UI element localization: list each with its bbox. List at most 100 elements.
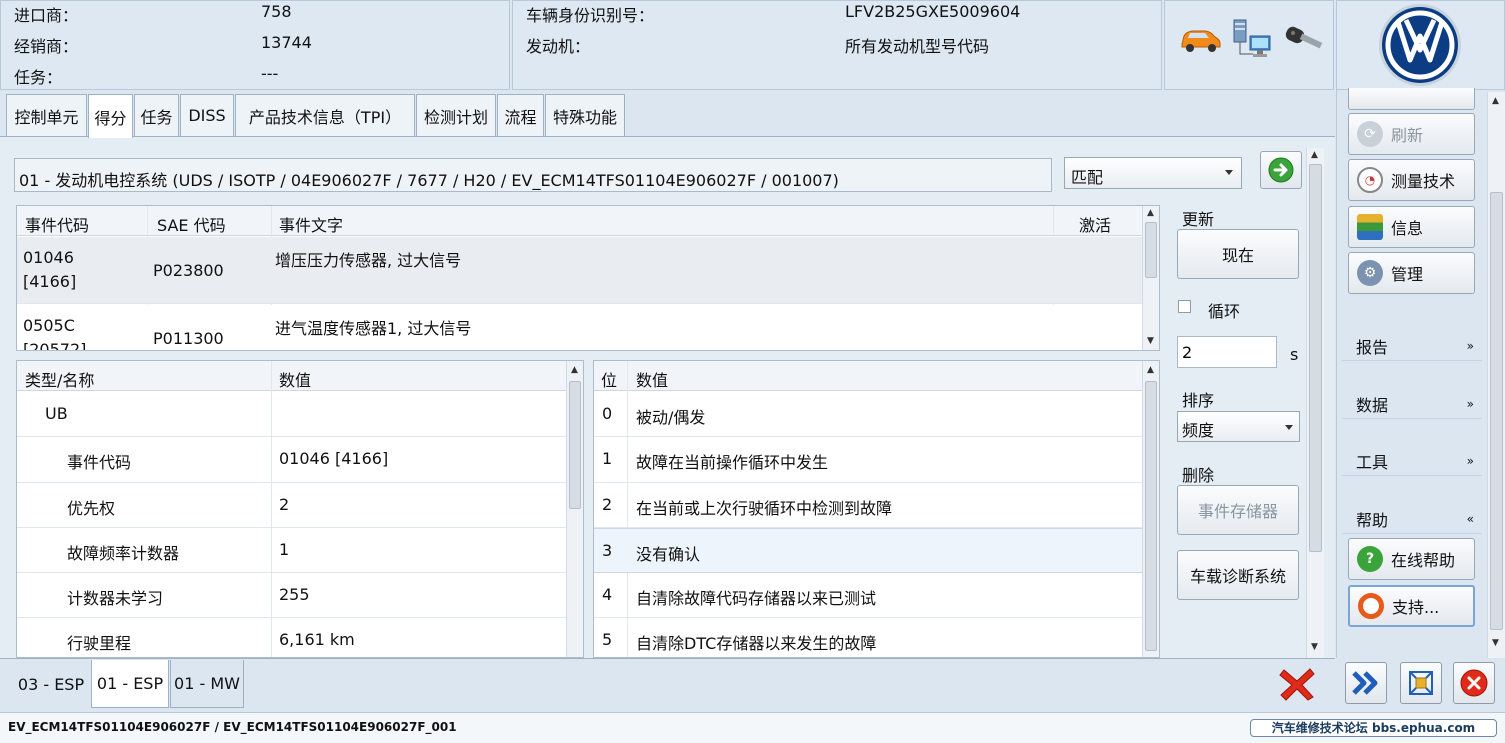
loop-checkbox[interactable] [1178,300,1191,313]
tab-tasks[interactable]: 任务 [134,94,179,136]
col-header-bit-value[interactable]: 数值 [636,367,668,391]
tab-tpi[interactable]: 产品技术信息（TPI） [235,94,415,136]
fit-window-button[interactable] [1400,662,1442,704]
measure-button[interactable]: ◔ 测量技术 [1348,159,1475,201]
tab-process[interactable]: 流程 [497,94,544,136]
detail-name-cell: 事件代码 [67,453,132,472]
info-button[interactable]: 信息 [1348,206,1475,248]
bit-table-scrollbar[interactable]: ▲ [1142,361,1159,657]
refresh-label: 刷新 [1391,126,1424,145]
bottom-tab-01-mw[interactable]: 01 - MW [170,660,244,708]
refresh-icon: ⟳ [1357,121,1383,147]
event-code-cell: 01046 [23,248,74,267]
support-button[interactable]: 支持... [1348,585,1475,627]
table-row[interactable]: 3 没有确认 [594,528,1159,573]
scroll-up-icon[interactable]: ▲ [1492,96,1499,106]
scroll-down-icon[interactable]: ▼ [1492,638,1499,648]
sort-label: 排序 [1182,391,1215,410]
section-help[interactable]: 帮助 « [1342,504,1482,534]
section-tools[interactable]: 工具 » [1342,446,1482,476]
key-icon[interactable] [1284,22,1326,56]
car-icon[interactable] [1178,24,1222,54]
table-row[interactable]: 01046 [4166] P023800 增压压力传感器, 过大信号 [17,237,1159,304]
detail-scroll-thumb[interactable] [569,381,581,509]
table-row[interactable]: 优先权 2 [17,483,583,528]
status-text: EV_ECM14TFS01104E906027F / EV_ECM14TFS01… [8,720,457,734]
table-row[interactable]: 1 故障在当前操作循环中发生 [594,437,1159,483]
bottom-tab-01-esp[interactable]: 01 - ESP [91,660,169,708]
table-row[interactable]: 5 自清除DTC存储器以来发生的故障 [594,618,1159,657]
col-header-active[interactable]: 激活 [1079,212,1111,236]
col-header-sae-code[interactable]: SAE 代码 [157,212,226,236]
close-x-icon[interactable] [1278,666,1316,702]
fault-scroll-thumb[interactable] [1145,222,1157,278]
scroll-down-icon[interactable]: ▼ [1147,336,1154,346]
table-row[interactable]: 2 在当前或上次行驶循环中检测到故障 [594,483,1159,528]
bit-index-cell: 5 [602,630,613,649]
refresh-button[interactable]: ⟳ 刷新 [1348,113,1475,155]
table-row[interactable]: 0505C [20572] P011300 进气温度传感器1, 过大信号 [17,305,1159,350]
bit-text-cell: 被动/偶发 [636,408,706,427]
go-button[interactable] [1260,151,1302,189]
main-scrollbar[interactable]: ▲ ▼ [1306,148,1324,658]
bottom-tab-03-esp[interactable]: 03 - ESP [12,664,90,704]
scroll-up-icon[interactable]: ▲ [1147,208,1154,218]
bit-index-cell: 0 [602,404,613,423]
manage-button[interactable]: ⚙ 管理 [1348,252,1475,294]
gear-icon: ⚙ [1357,260,1383,286]
table-row[interactable]: 0 被动/偶发 [594,392,1159,437]
tab-score[interactable]: 得分 [88,94,133,138]
manage-label: 管理 [1391,265,1424,284]
table-row[interactable]: 故障频率计数器 1 [17,528,583,573]
sort-select[interactable]: 频度 [1177,411,1300,442]
chevron-down-icon: » [1466,338,1474,353]
lifebuoy-icon [1358,593,1384,619]
forward-button[interactable] [1345,662,1387,704]
col-header-event-text[interactable]: 事件文字 [279,212,343,236]
detail-value-cell: 6,161 km [279,630,355,649]
col-header-bit[interactable]: 位 [601,367,617,391]
chevron-down-icon: » [1466,396,1474,411]
section-report[interactable]: 报告 » [1342,331,1482,361]
table-row[interactable]: 行驶里程 6,161 km [17,618,583,657]
detail-table-scrollbar[interactable]: ▲ [566,361,583,657]
network-icon[interactable] [1232,18,1272,60]
task-value: --- [261,64,279,83]
tab-control-units[interactable]: 控制单元 [6,94,87,136]
dealer-label: 经销商： [14,37,79,56]
main-scroll-thumb[interactable] [1309,164,1322,552]
table-row[interactable]: 计数器未学习 255 [17,573,583,618]
obd-button[interactable]: 车载诊断系统 [1177,550,1299,600]
section-data[interactable]: 数据 » [1342,389,1482,419]
online-help-button[interactable]: ? 在线帮助 [1348,538,1475,580]
section-help-label: 帮助 [1356,510,1389,530]
fault-table-scrollbar[interactable]: ▲ ▼ [1142,206,1159,350]
scroll-down-icon[interactable]: ▼ [1311,642,1318,652]
online-help-label: 在线帮助 [1391,551,1456,570]
col-header-value[interactable]: 数值 [279,367,311,391]
system-info-field: 01 - 发动机电控系统 (UDS / ISOTP / 04E906027F /… [14,158,1052,192]
bit-scroll-thumb[interactable] [1145,381,1157,651]
scroll-up-icon[interactable]: ▲ [1147,365,1154,375]
table-row[interactable]: 4 自清除故障代码存储器以来已测试 [594,573,1159,618]
tab-test-plan[interactable]: 检测计划 [416,94,496,136]
scroll-up-icon[interactable]: ▲ [1311,150,1318,160]
tab-special-functions[interactable]: 特殊功能 [545,94,625,136]
match-select[interactable]: 匹配 [1064,157,1242,189]
go-arrow-icon [1268,157,1294,183]
event-memory-button[interactable]: 事件存储器 [1177,485,1299,535]
table-row[interactable]: UB [17,392,583,437]
fault-table: 事件代码 SAE 代码 事件文字 激活 01046 [4166] P023800… [16,205,1160,351]
update-now-button[interactable]: 现在 [1177,229,1299,279]
update-label: 更新 [1182,210,1215,229]
scroll-up-icon[interactable]: ▲ [571,365,578,375]
sidebar-scrollbar[interactable]: ▲ ▼ [1487,92,1505,658]
interval-input[interactable] [1177,336,1277,368]
exit-button[interactable] [1453,662,1495,704]
table-row[interactable]: 事件代码 01046 [4166] [17,437,583,483]
col-header-event-code[interactable]: 事件代码 [25,212,89,236]
sidebar-scroll-thumb[interactable] [1490,192,1503,630]
tab-diss[interactable]: DISS [180,94,234,136]
sidebar-partial-button[interactable] [1348,88,1475,110]
col-header-type-name[interactable]: 类型/名称 [25,367,94,391]
